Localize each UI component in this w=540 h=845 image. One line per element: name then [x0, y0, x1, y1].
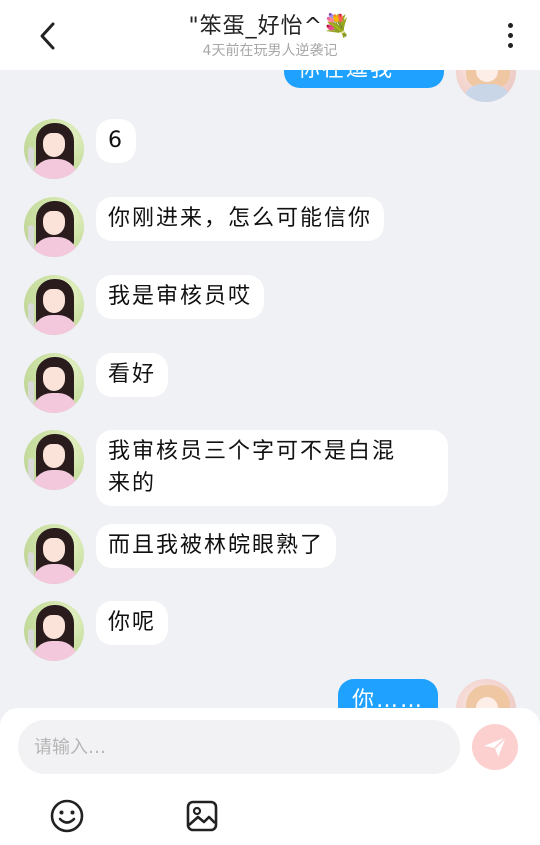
- message-list[interactable]: 你在逗我 6 你刚进来，怎么可能信你 我是审核员哎 看好 我审核员三个字可不是白…: [0, 70, 540, 710]
- message-composer: [0, 708, 540, 845]
- chat-title: "笨蛋_好怡^💐: [188, 14, 352, 39]
- message-text: 你……: [352, 688, 425, 710]
- message-text: 你呢: [108, 610, 157, 635]
- message-bubble-me: 你在逗我: [284, 70, 444, 88]
- message-text: 你刚进来，怎么可能信你: [108, 206, 373, 231]
- message-bubble: 你刚进来，怎么可能信你: [96, 197, 385, 241]
- message-text: 看好: [108, 362, 157, 387]
- contact-avatar[interactable]: [24, 275, 84, 335]
- send-icon: [484, 736, 507, 757]
- message-bubble: 6: [96, 119, 136, 163]
- message-text: 6: [108, 128, 124, 153]
- message-input[interactable]: [18, 720, 460, 774]
- emoji-button[interactable]: [47, 796, 87, 836]
- contact-avatar[interactable]: [24, 601, 84, 661]
- contact-avatar[interactable]: [24, 353, 84, 413]
- more-vertical-icon[interactable]: [498, 18, 522, 52]
- message-bubble: 我审核员三个字可不是白混 来的: [96, 430, 448, 506]
- chat-status: 4天前在玩男人逆袭记: [202, 43, 338, 59]
- message-text-line: 我审核员三个字可不是白混: [108, 439, 397, 464]
- image-button[interactable]: [182, 796, 222, 836]
- message-text: 我是审核员哎: [108, 284, 253, 309]
- contact-avatar[interactable]: [24, 524, 84, 584]
- contact-avatar[interactable]: [24, 430, 84, 490]
- message-text: 而且我被林皖眼熟了: [108, 533, 325, 558]
- message-bubble: 你呢: [96, 601, 169, 645]
- contact-avatar[interactable]: [24, 197, 84, 257]
- contact-avatar[interactable]: [24, 119, 84, 179]
- message-text-line: 来的: [108, 471, 157, 496]
- message-bubble: 我是审核员哎: [96, 275, 265, 319]
- message-bubble: 看好: [96, 353, 169, 397]
- message-bubble-me: 你……: [338, 679, 439, 710]
- message-bubble: 而且我被林皖眼熟了: [96, 524, 337, 568]
- my-avatar[interactable]: [456, 70, 516, 102]
- chat-header: "笨蛋_好怡^💐 4天前在玩男人逆袭记: [0, 0, 540, 70]
- my-avatar[interactable]: [456, 679, 516, 710]
- emoji-icon: [50, 799, 84, 833]
- image-icon: [186, 800, 218, 832]
- send-button[interactable]: [472, 724, 518, 770]
- message-text: 你在逗我: [298, 70, 394, 82]
